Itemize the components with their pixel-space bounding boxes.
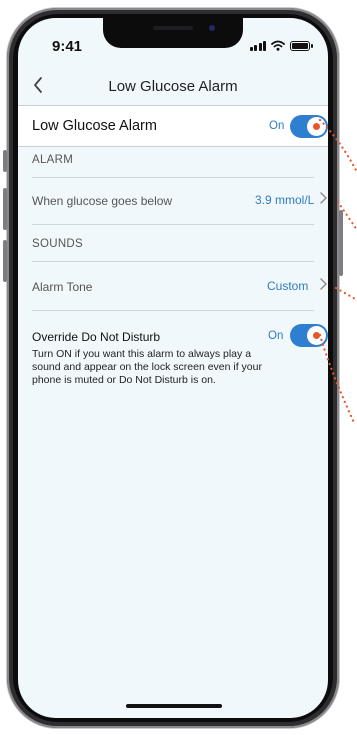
callout-lines [318,118,357,427]
callout-line-alarm-toggle [318,118,357,174]
callout-line-alarm-tone [334,286,357,302]
callout-line-override-toggle [318,333,357,427]
callout-line-threshold [336,200,357,232]
